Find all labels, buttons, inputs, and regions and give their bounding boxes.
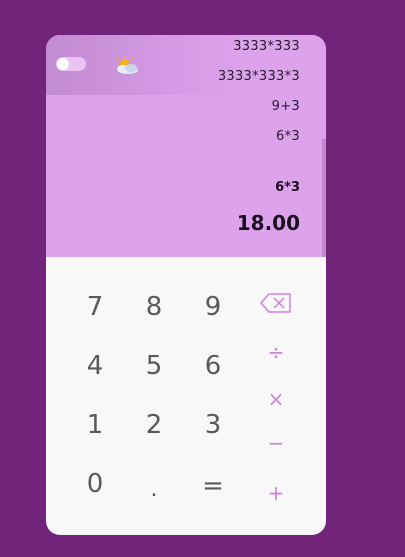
- history-item[interactable]: 3333*333: [233, 39, 300, 54]
- key-0[interactable]: 0: [70, 464, 120, 504]
- backspace-button[interactable]: [251, 283, 301, 323]
- divide-button[interactable]: ÷: [251, 332, 301, 372]
- current-expression: 6*3: [275, 180, 300, 195]
- history-item[interactable]: 6*3: [276, 129, 300, 144]
- display-panel: 3333*333 3333*333*3 9+3 6*3 6*3 18.00: [46, 35, 326, 257]
- key-7[interactable]: 7: [70, 287, 120, 327]
- toggle-knob: [57, 58, 69, 70]
- history-item[interactable]: 9+3: [272, 99, 300, 114]
- key-8[interactable]: 8: [129, 287, 179, 327]
- plus-button[interactable]: +: [251, 473, 301, 513]
- keypad: 7 8 9 4 5 6 ÷ × 1 2 3 − 0 . = +: [46, 257, 326, 535]
- history-scrollbar[interactable]: [322, 139, 326, 257]
- result-value: 18.00: [236, 211, 300, 235]
- key-6[interactable]: 6: [188, 346, 238, 386]
- history-item[interactable]: 3333*333*3: [218, 69, 300, 84]
- minus-button[interactable]: −: [251, 423, 301, 463]
- key-1[interactable]: 1: [70, 405, 120, 445]
- backspace-icon: [260, 293, 291, 313]
- multiply-button[interactable]: ×: [251, 379, 301, 419]
- key-dot[interactable]: .: [129, 469, 179, 509]
- key-9[interactable]: 9: [188, 287, 238, 327]
- key-2[interactable]: 2: [129, 405, 179, 445]
- calculator-window: 3333*333 3333*333*3 9+3 6*3 6*3 18.00 7 …: [46, 35, 326, 535]
- theme-toggle[interactable]: [56, 57, 86, 71]
- equals-button[interactable]: =: [188, 466, 238, 506]
- weather-icon[interactable]: [112, 55, 140, 77]
- key-3[interactable]: 3: [188, 405, 238, 445]
- key-5[interactable]: 5: [129, 346, 179, 386]
- key-4[interactable]: 4: [70, 346, 120, 386]
